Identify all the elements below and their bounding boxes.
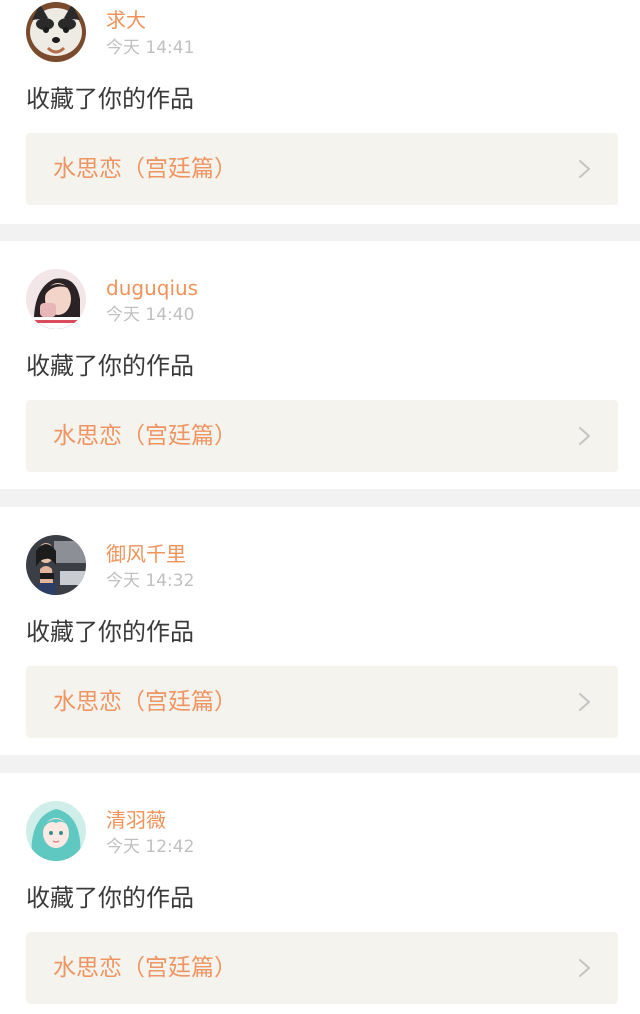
- girl-selfie-avatar-icon: [26, 269, 86, 329]
- timestamp: 今天 12:42: [106, 837, 195, 857]
- user-avatar[interactable]: [26, 269, 86, 329]
- work-title: 水思恋（宫廷篇）: [53, 423, 237, 449]
- user-avatar[interactable]: [26, 535, 86, 595]
- work-link[interactable]: 水思恋（宫廷篇）: [26, 666, 618, 738]
- notification-card: 清羽薇 今天 12:42 收藏了你的作品 水思恋（宫廷篇）: [0, 773, 640, 1014]
- username[interactable]: 御风千里: [106, 542, 186, 566]
- username[interactable]: 清羽薇: [106, 808, 166, 832]
- username[interactable]: 求大: [106, 8, 146, 32]
- husky-dog-avatar-icon: [26, 2, 86, 62]
- work-link[interactable]: 水思恋（宫廷篇）: [26, 400, 618, 472]
- work-title: 水思恋（宫廷篇）: [53, 689, 237, 715]
- chevron-right-icon: [578, 692, 592, 712]
- work-link[interactable]: 水思恋（宫廷篇）: [26, 932, 618, 1004]
- woman-car-avatar-icon: [26, 535, 86, 595]
- work-link[interactable]: 水思恋（宫廷篇）: [26, 133, 618, 205]
- anime-girl-avatar-icon: [26, 801, 86, 861]
- chevron-right-icon: [578, 426, 592, 446]
- action-text: 收藏了你的作品: [26, 85, 194, 113]
- user-avatar[interactable]: [26, 2, 86, 62]
- notification-card: duguqius 今天 14:40 收藏了你的作品 水思恋（宫廷篇）: [0, 241, 640, 489]
- user-avatar[interactable]: [26, 801, 86, 861]
- chevron-right-icon: [578, 159, 592, 179]
- work-title: 水思恋（宫廷篇）: [53, 955, 237, 981]
- chevron-right-icon: [578, 958, 592, 978]
- action-text: 收藏了你的作品: [26, 618, 194, 646]
- timestamp: 今天 14:32: [106, 571, 195, 591]
- work-title: 水思恋（宫廷篇）: [53, 156, 237, 182]
- action-text: 收藏了你的作品: [26, 884, 194, 912]
- action-text: 收藏了你的作品: [26, 352, 194, 380]
- notification-card: 御风千里 今天 14:32 收藏了你的作品 水思恋（宫廷篇）: [0, 507, 640, 755]
- timestamp: 今天 14:40: [106, 305, 195, 325]
- timestamp: 今天 14:41: [106, 38, 195, 58]
- username[interactable]: duguqius: [106, 276, 198, 300]
- notification-card: 求大 今天 14:41 收藏了你的作品 水思恋（宫廷篇）: [0, 0, 640, 224]
